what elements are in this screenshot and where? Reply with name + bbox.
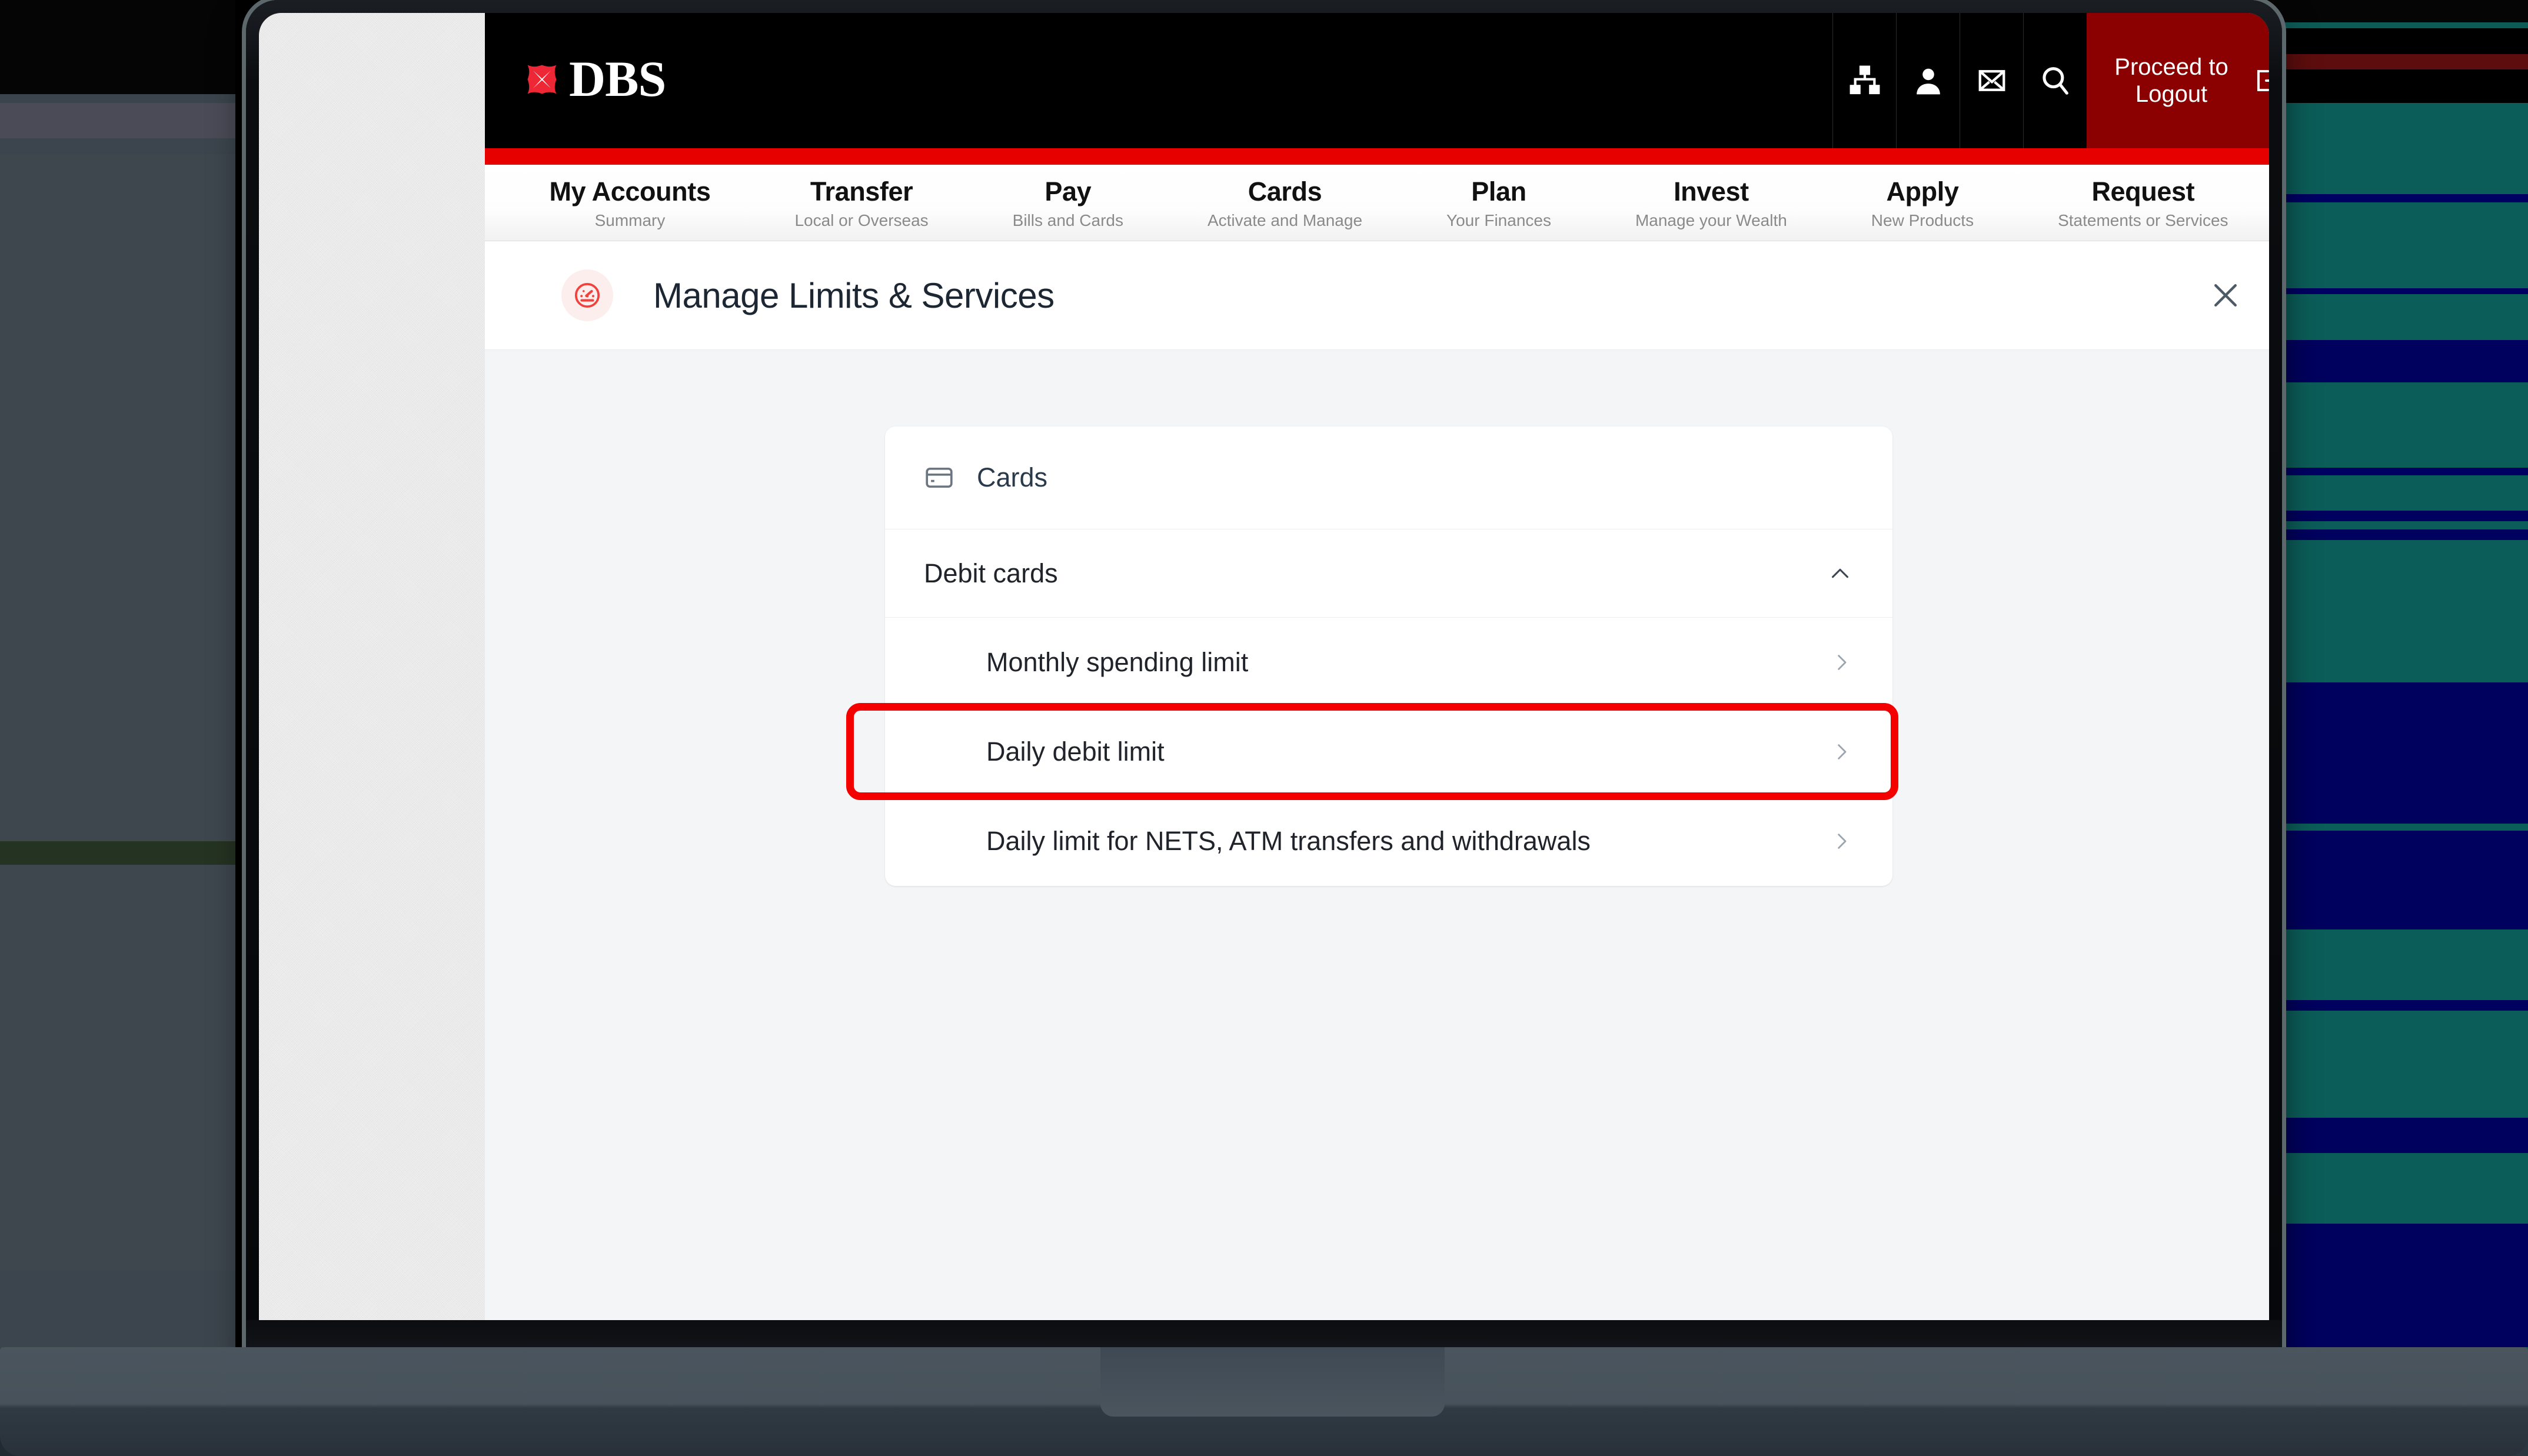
laptop-screen: DBS [259,13,2269,1357]
backdrop-left-bands [0,0,235,1456]
nav-item-plan[interactable]: Plan Your Finances [1405,173,1594,230]
nav-title: Apply [1829,176,2015,207]
page-header: Manage Limits & Services [485,241,2269,350]
nav-subtitle: Activate and Manage [1165,211,1404,230]
nav-item-transfer[interactable]: Transfer Local or Overseas [753,173,970,230]
chevron-right-icon[interactable] [1829,650,1854,675]
credit-card-icon [924,461,958,495]
browser-viewport: DBS [485,13,2269,1357]
list-item-label: Daily debit limit [986,737,1165,767]
nav-subtitle: Statements or Services [2016,211,2269,230]
chevron-up-icon[interactable] [1827,560,1854,587]
chevron-right-icon[interactable] [1829,829,1854,854]
profile-icon[interactable] [1896,13,1960,148]
proceed-to-logout-button[interactable]: Proceed to Logout [2087,13,2269,148]
list-item-monthly-spending-limit[interactable]: Monthly spending limit [885,618,1892,707]
nav-title: Invest [1593,176,1829,207]
nav-title: My Accounts [507,176,753,207]
laptop-base [0,1347,2528,1456]
nav-item-my-accounts[interactable]: My Accounts Summary [507,173,753,230]
speedometer-icon [561,269,613,321]
dbs-masthead: DBS [485,13,2269,148]
nav-title: Transfer [753,176,970,207]
logout-label: Proceed to Logout [2100,54,2243,108]
nav-item-request[interactable]: Request Statements or Services [2016,173,2269,230]
nav-item-pay[interactable]: Pay Bills and Cards [970,173,1165,230]
nav-subtitle: Summary [507,211,753,230]
close-icon[interactable] [2198,268,2253,322]
nav-subtitle: Local or Overseas [753,211,970,230]
mail-icon[interactable] [1960,13,2023,148]
chevron-right-icon[interactable] [1829,739,1854,764]
group-debit-cards[interactable]: Debit cards [885,529,1892,618]
list-item-label: Daily limit for NETS, ATM transfers and … [986,826,1591,857]
nav-title: Plan [1405,176,1594,207]
nav-item-cards[interactable]: Cards Activate and Manage [1165,173,1404,230]
dbs-logo[interactable]: DBS [522,58,666,101]
nav-title: Pay [970,176,1165,207]
laptop-hinge [246,1320,2282,1351]
nav-title: Cards [1165,176,1404,207]
laptop-frame: DBS [246,0,2282,1357]
search-icon[interactable] [2023,13,2087,148]
nav-item-invest[interactable]: Invest Manage your Wealth [1593,173,1829,230]
dbs-wordmark: DBS [569,58,666,101]
sitemap-icon[interactable] [1832,13,1896,148]
brand-red-rule [485,148,2269,165]
panel-section-label: Cards [977,462,1047,493]
nav-subtitle: Your Finances [1405,211,1594,230]
list-item-daily-debit-limit[interactable]: Daily debit limit [885,707,1892,797]
nav-item-apply[interactable]: Apply New Products [1829,173,2015,230]
nav-title: Request [2016,176,2269,207]
panel-section-cards: Cards [885,427,1892,529]
backdrop-right-bands [2257,0,2528,1456]
nav-subtitle: Manage your Wealth [1593,211,1829,230]
group-label: Debit cards [924,558,1058,589]
main-navigation: My Accounts Summary Transfer Local or Ov… [485,165,2269,241]
masthead-actions: Proceed to Logout [1832,13,2269,148]
nav-subtitle: Bills and Cards [970,211,1165,230]
page-title: Manage Limits & Services [653,275,1055,316]
logout-arrow-icon [2251,66,2269,95]
page-content: Cards Debit cards Monthly spending limit [485,427,2269,1357]
list-item-label: Monthly spending limit [986,647,1248,678]
nav-subtitle: New Products [1829,211,2015,230]
list-item-daily-limit-nets-atm[interactable]: Daily limit for NETS, ATM transfers and … [885,797,1892,886]
dbs-diamond-logo-icon [522,59,562,99]
limits-panel-card: Cards Debit cards Monthly spending limit [885,427,1892,886]
